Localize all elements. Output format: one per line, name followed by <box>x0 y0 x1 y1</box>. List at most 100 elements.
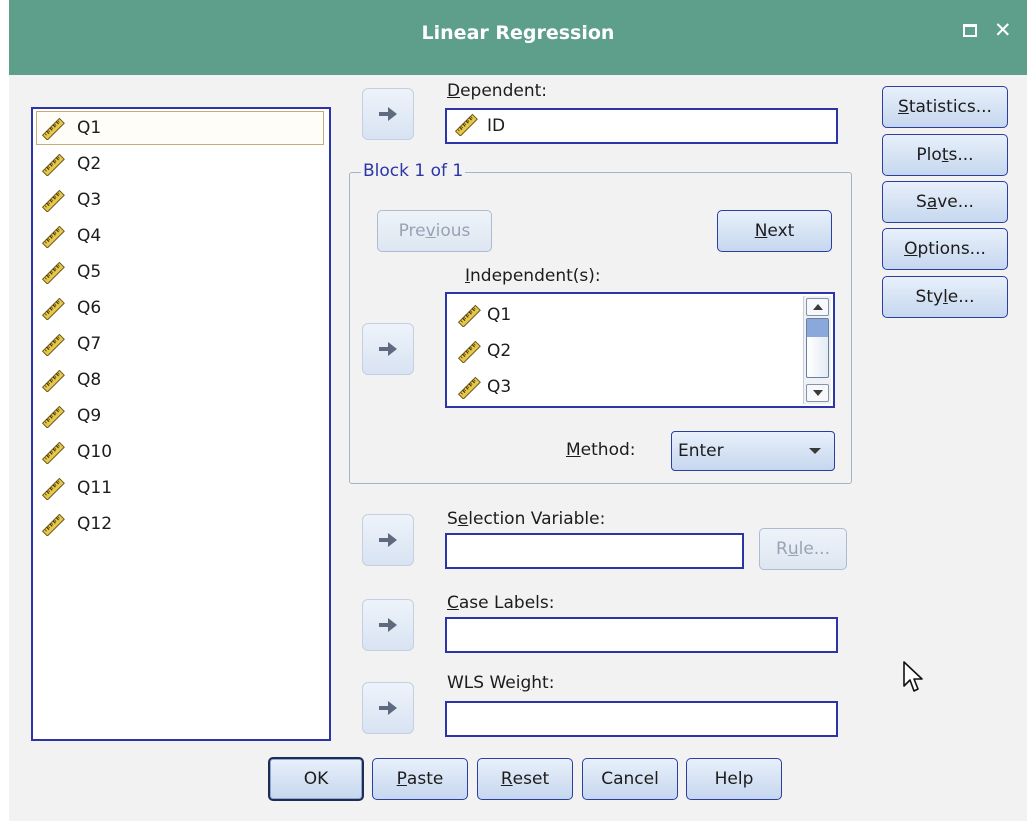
selection-variable-label: Selection Variable: <box>447 509 605 529</box>
cancel-label: Cancel <box>601 769 659 789</box>
variable-label: Q2 <box>77 154 102 174</box>
method-label-mnemonic: M <box>566 440 581 460</box>
right-arrow-icon <box>377 340 399 358</box>
method-dropdown[interactable]: Enter <box>671 431 835 471</box>
ruler-scale-icon <box>453 300 485 330</box>
variable-item[interactable]: Q4 <box>37 219 101 253</box>
variable-item[interactable]: Q9 <box>37 399 101 433</box>
ruler-scale-icon <box>453 112 479 141</box>
statistics-label-rest: tatistics... <box>908 97 992 117</box>
independent-item[interactable]: Q1 <box>453 298 511 332</box>
move-to-selection-button[interactable] <box>362 514 414 566</box>
independent-label: Q1 <box>487 305 512 325</box>
variable-item[interactable]: Q6 <box>37 291 101 325</box>
ok-label: OK <box>303 769 329 789</box>
rule-button[interactable]: Ru le... <box>759 528 847 570</box>
previous-label-pre: Pre <box>398 221 426 241</box>
independent-label: Q2 <box>487 341 512 361</box>
right-arrow-icon <box>377 616 399 634</box>
save-label-post: ve... <box>937 192 974 212</box>
ruler-scale-icon <box>37 149 69 179</box>
variable-label: Q6 <box>77 298 102 318</box>
cancel-button[interactable]: Cancel <box>582 758 678 800</box>
ruler-scale-icon <box>37 293 69 323</box>
variable-item[interactable]: Q10 <box>37 435 112 469</box>
maximize-icon[interactable] <box>963 20 977 41</box>
ruler-scale-icon <box>37 221 69 251</box>
selection-variable-field[interactable] <box>445 533 744 569</box>
style-button[interactable]: Sty l e... <box>882 276 1008 318</box>
variable-item[interactable]: Q1 <box>36 111 324 145</box>
options-button[interactable]: Options... <box>882 228 1008 270</box>
help-button[interactable]: Help <box>686 758 782 800</box>
window-title: Linear Regression <box>421 22 615 44</box>
selection-label-post: lection Variable: <box>468 509 606 529</box>
scroll-up-icon[interactable] <box>806 298 829 316</box>
ruler-scale-icon <box>37 113 69 143</box>
method-label: Method: <box>566 440 636 460</box>
ruler-scale-icon <box>453 372 485 402</box>
case-labels-field[interactable] <box>445 617 838 653</box>
rule-label-pre: R <box>776 539 788 559</box>
move-to-wls-weight-button[interactable] <box>362 682 414 734</box>
reset-button[interactable]: Reset <box>477 758 573 800</box>
variable-item[interactable]: Q3 <box>37 183 101 217</box>
variable-item[interactable]: Q11 <box>37 471 112 505</box>
independents-list[interactable]: Q1 Q2 Q3 <box>445 292 835 408</box>
ruler-scale-icon <box>37 401 69 431</box>
variable-label: Q9 <box>77 406 102 426</box>
dependent-label: Dependent: <box>447 81 547 101</box>
ruler-scale-icon <box>37 257 69 287</box>
variable-label: Q5 <box>77 262 102 282</box>
style-label-pre: Sty <box>915 287 944 307</box>
previous-button[interactable]: Pre v ious <box>377 210 492 252</box>
variable-item[interactable]: Q5 <box>37 255 101 289</box>
independent-item[interactable]: Q2 <box>453 334 511 368</box>
paste-label-mnemonic: P <box>396 769 407 789</box>
next-button[interactable]: Next <box>717 210 832 252</box>
rule-label-post: le... <box>798 539 830 559</box>
close-icon[interactable]: ✕ <box>994 20 1012 41</box>
move-to-case-labels-button[interactable] <box>362 599 414 651</box>
move-to-dependent-button[interactable] <box>362 88 414 140</box>
statistics-button[interactable]: Statistics... <box>882 86 1008 128</box>
save-button[interactable]: Sa ve... <box>882 181 1008 223</box>
wls-label-pre: WLS Wei <box>447 673 521 693</box>
reset-label-mnemonic: R <box>500 769 513 789</box>
selection-label-pre: S <box>447 509 458 529</box>
ruler-scale-icon <box>37 437 69 467</box>
options-label-mnemonic: O <box>904 239 918 259</box>
variable-item[interactable]: Q12 <box>37 507 112 541</box>
block-legend: Block 1 of 1 <box>361 161 466 181</box>
rule-label-mnemonic: u <box>787 539 799 559</box>
source-variable-list[interactable]: Q1 Q2 Q3 Q4 Q5 Q6 Q7 Q8 Q9 Q10 Q11 Q12 <box>31 107 331 741</box>
right-arrow-icon <box>377 105 399 123</box>
ruler-scale-icon <box>37 185 69 215</box>
previous-label-post: ious <box>435 221 471 241</box>
variable-label: Q8 <box>77 370 102 390</box>
independents-scrollbar[interactable] <box>803 296 831 404</box>
save-label-pre: S <box>916 192 927 212</box>
wls-weight-field[interactable] <box>445 701 838 737</box>
dependent-label-rest: ependent: <box>460 81 547 101</box>
move-to-independents-button[interactable] <box>362 323 414 375</box>
help-label: Help <box>714 769 754 789</box>
chevron-down-icon <box>809 448 821 454</box>
title-bar[interactable]: Linear Regression ✕ <box>9 0 1027 75</box>
variable-item[interactable]: Q7 <box>37 327 101 361</box>
style-label-post: e... <box>947 287 975 307</box>
independent-item[interactable]: Q3 <box>453 370 511 404</box>
paste-button[interactable]: Paste <box>372 758 468 800</box>
next-label-rest: ext <box>767 221 795 241</box>
dependent-field[interactable]: ID <box>445 108 838 144</box>
scrollbar-thumb[interactable] <box>806 318 829 378</box>
plots-label-post: s... <box>948 145 974 165</box>
plots-button[interactable]: Plo t s... <box>882 134 1008 176</box>
case-labels-label-mnemonic: C <box>447 593 459 613</box>
independents-label: Independent(s): <box>465 266 601 286</box>
variable-item[interactable]: Q8 <box>37 363 101 397</box>
ok-button[interactable]: OK <box>268 757 364 801</box>
variable-item[interactable]: Q2 <box>37 147 101 181</box>
selection-label-mnemonic: e <box>457 509 469 529</box>
scroll-down-icon[interactable] <box>806 384 829 402</box>
